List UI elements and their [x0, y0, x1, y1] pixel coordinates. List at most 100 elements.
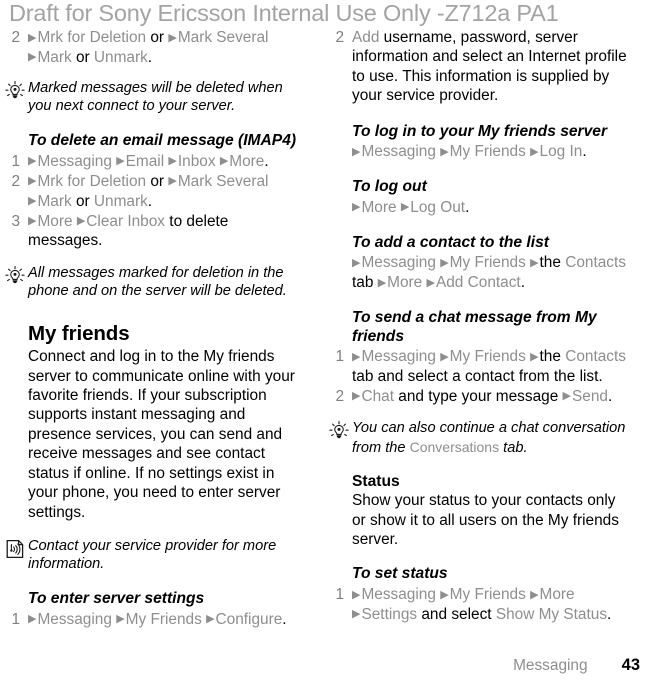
- step-body: ▶Messaging ▶My Friends ▶Configure.: [28, 610, 305, 630]
- arrow-icon: ▶: [562, 390, 572, 403]
- menu-item: Contacts: [565, 254, 626, 272]
- arrow-icon: ▶: [400, 201, 410, 214]
- conjunction: or: [150, 29, 165, 46]
- arrow-icon: ▶: [377, 276, 387, 289]
- heading-set-status: To set status: [352, 565, 448, 583]
- step-tail-text: tab and select a contact from the list.: [352, 368, 603, 386]
- menu-item: Mark Several: [177, 172, 269, 190]
- menu-item: My Friends: [449, 143, 526, 161]
- period: .: [582, 143, 587, 161]
- arrow-icon: ▶: [168, 175, 177, 188]
- step-add-credentials: 2 Add username, password, server informa…: [329, 28, 629, 106]
- step-body: ▶More ▶Clear Inbox to delete messages.: [28, 212, 305, 251]
- arrow-icon: ▶: [426, 276, 435, 289]
- heading-status: Status: [352, 472, 400, 490]
- menu-item: Mark Several: [177, 29, 269, 46]
- menu-item: Settings: [361, 605, 418, 623]
- step-imap4-3: 3 ▶More ▶Clear Inbox to delete messages.: [5, 212, 305, 251]
- arrow-icon: ▶: [206, 613, 215, 626]
- conjunction: or: [75, 48, 90, 66]
- arrow-icon: ▶: [440, 145, 449, 158]
- menu-item: Add: [352, 29, 380, 46]
- note-contact-service-provider: Contact your service provider for more i…: [5, 537, 305, 573]
- menu-item: Messaging: [361, 586, 436, 604]
- arrow-icon: ▶: [440, 588, 449, 601]
- arrow-icon: ▶: [530, 256, 539, 269]
- arrow-icon: ▶: [219, 155, 229, 168]
- heading-add-contact: To add a contact to the list: [352, 233, 549, 251]
- arrow-icon: ▶: [440, 350, 449, 363]
- step-number: 1: [335, 348, 344, 366]
- period: .: [147, 192, 153, 210]
- lightbulb-icon: [4, 80, 26, 102]
- footer-page-number: 43: [621, 656, 640, 674]
- arrow-icon: ▶: [530, 145, 539, 158]
- heading-log-in: To log in to your My friends server: [352, 122, 608, 140]
- arrow-icon: ▶: [116, 613, 125, 626]
- menu-item: Unmark: [93, 192, 148, 210]
- menu-item: Messaging: [361, 143, 436, 161]
- step-number: 2: [335, 387, 344, 405]
- lightbulb-icon: [4, 265, 26, 287]
- menu-item: My Friends: [125, 610, 202, 628]
- heading-enter-server-settings: To enter server settings: [28, 590, 205, 608]
- tip-text: You can also continue a chat conversatio…: [352, 419, 629, 456]
- step-body: ▶Messaging ▶My Friends ▶the Contacts tab…: [352, 347, 629, 386]
- step-send-chat-1: 1 ▶Messaging ▶My Friends ▶the Contacts t…: [329, 347, 629, 386]
- note-text: All messages marked for deletion in the …: [28, 264, 287, 300]
- conjunction: or: [150, 172, 165, 190]
- step-number: 1: [11, 610, 20, 628]
- conjunction: or: [75, 192, 90, 210]
- arrow-icon: ▶: [116, 155, 125, 168]
- arrow-icon: ▶: [530, 588, 539, 601]
- path-add-contact: ▶Messaging ▶My Friends ▶the Contacts tab…: [329, 253, 629, 293]
- article-word: the: [539, 348, 561, 366]
- right-column: 2 Add username, password, server informa…: [329, 28, 629, 625]
- menu-item: Mark: [37, 48, 72, 66]
- menu-item: Messaging: [37, 152, 112, 170]
- note-text: Contact your service provider for more i…: [28, 537, 277, 573]
- menu-item: Show My Status: [495, 605, 608, 623]
- step-body: ▶Mrk for Deletion or ▶Mark Several ▶Mark…: [28, 172, 305, 212]
- tip-conversations-tab: You can also continue a chat conversatio…: [329, 419, 629, 456]
- menu-item: Inbox: [177, 152, 216, 170]
- step-set-status-1: 1 ▶Messaging ▶My Friends ▶More ▶Settings…: [329, 585, 629, 625]
- step-text: and type your message: [398, 387, 559, 405]
- menu-item: More: [539, 586, 575, 604]
- period: .: [607, 605, 612, 623]
- step-number: 1: [335, 586, 344, 604]
- lightbulb-icon: [328, 420, 350, 442]
- menu-item: Email: [125, 152, 165, 170]
- tip-marked-messages: Marked messages will be deleted when you…: [5, 79, 305, 115]
- menu-item: More: [361, 198, 397, 216]
- step-body: ▶Messaging ▶My Friends ▶More ▶Settings a…: [352, 585, 629, 625]
- step-body: ▶Messaging ▶Email ▶Inbox ▶More.: [28, 152, 305, 172]
- service-provider-icon: [4, 538, 26, 560]
- step-number: 2: [11, 29, 20, 46]
- step-imap4-2: 2 ▶Mrk for Deletion or ▶Mark Several ▶Ma…: [5, 172, 305, 212]
- period: .: [465, 198, 470, 216]
- arrow-icon: ▶: [168, 155, 177, 168]
- step-send-chat-2: 2 ▶Chat and type your message ▶Send.: [329, 387, 629, 407]
- tab-word: tab: [352, 274, 374, 292]
- paragraph-status: Show your status to your contacts only o…: [352, 492, 619, 549]
- menu-item: Add Contact: [435, 274, 521, 292]
- paragraph-my-friends: Connect and log in to the My friends ser…: [28, 348, 295, 521]
- heading-my-friends: My friends: [28, 322, 130, 346]
- menu-item: Unmark: [93, 48, 148, 66]
- menu-item: Messaging: [361, 348, 436, 366]
- menu-item: My Friends: [449, 586, 526, 604]
- heading-delete-email-imap4: To delete an email message (IMAP4): [28, 132, 297, 150]
- menu-item: More: [229, 152, 265, 170]
- menu-item: Messaging: [37, 610, 112, 628]
- period: .: [607, 387, 613, 405]
- draft-watermark: Draft for Sony Ericsson Internal Use Onl…: [9, 0, 559, 26]
- heading-log-out: To log out: [352, 178, 427, 196]
- step-imap4-1: 1 ▶Messaging ▶Email ▶Inbox ▶More.: [5, 152, 305, 172]
- menu-item: My Friends: [449, 254, 526, 272]
- period: .: [520, 274, 525, 292]
- period: .: [147, 48, 153, 66]
- left-column: 2 ▶Mrk for Deletion or ▶Mark Several ▶Ma…: [5, 28, 305, 630]
- step-text: username, password, server information a…: [352, 29, 627, 105]
- period: .: [264, 152, 269, 170]
